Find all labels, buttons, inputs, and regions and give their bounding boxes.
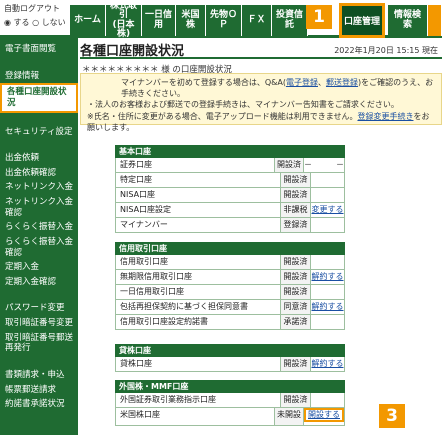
- table-row: 包括再担保契約に基づく担保同意書 同意済 解約する: [115, 300, 345, 315]
- link-mail-registration[interactable]: 郵送登録: [326, 78, 358, 87]
- sidebar-item-password[interactable]: パスワード変更: [0, 301, 78, 316]
- sidebar-item-account-status[interactable]: 各種口座開設状況: [0, 83, 78, 113]
- sidebar: 電子書面閲覧 登録情報 各種口座開設状況 セキュリティ設定 出金依頼 出金依頼確…: [0, 38, 78, 435]
- sidebar-item-report-mail[interactable]: 帳票郵送請求: [0, 383, 78, 398]
- table-row: 貸株口座 開設済 解約する: [115, 357, 345, 372]
- section-margin-account: 信用取引口座 信用取引口座 開設済 無期限信用取引口座 開設済 解約する 一日信…: [115, 242, 345, 330]
- tab-futures-options[interactable]: 先物ＯＰ: [206, 5, 242, 36]
- tab-info-search[interactable]: 情報検索: [388, 5, 428, 36]
- auto-logout-setting: 自動ログアウト ◉ する ○ しない: [4, 3, 68, 28]
- sidebar-item-withdraw[interactable]: 出金依頼: [0, 151, 78, 166]
- sidebar-item-netlink[interactable]: ネットリンク入金: [0, 180, 78, 195]
- global-nav: ホーム 株式取引 (日本株) 一日信用 米国株 先物ＯＰ ＦＸ 投資信託: [70, 1, 308, 39]
- section-heading: 信用取引口座: [115, 242, 345, 255]
- section-heading: 基本口座: [115, 145, 345, 158]
- notice-text-2: ・法人のお客様および郵送での登録手続きは、マイナンバー告知書をご請求ください。: [87, 100, 399, 110]
- auto-logout-off-radio[interactable]: ○ しない: [32, 18, 66, 27]
- nisa-change-link[interactable]: 変更する: [312, 205, 344, 214]
- sidebar-item-registration[interactable]: 登録情報: [0, 69, 78, 84]
- open-us-stock-account-link[interactable]: 開設する: [304, 408, 344, 422]
- sidebar-item-pin-change[interactable]: 取引暗証番号変更: [0, 316, 78, 331]
- sidebar-item-pin-reissue[interactable]: 取引暗証番号郵送再発行: [0, 331, 78, 356]
- tab-investment-trust[interactable]: 投資信託: [272, 5, 308, 36]
- table-row: 信用取引口座 開設済: [115, 255, 345, 270]
- section-foreign-stock: 外国株・MMF口座 外国証券取引業務指示口座 開設済 米国株口座 未開設 開設す…: [115, 380, 345, 426]
- current-date: 2022年1月20日 15:15 現在: [334, 46, 438, 55]
- notice-text-1: マイナンバーを初めて登録する場合は、Q&A(: [121, 78, 286, 87]
- auto-logout-title: 自動ログアウト: [4, 4, 60, 13]
- title-divider: [80, 57, 442, 59]
- tab-stock-trading[interactable]: 株式取引 (日本株): [106, 1, 142, 39]
- sidebar-item-regular-deposit-confirm[interactable]: 定期入金確認: [0, 275, 78, 290]
- sidebar-item-easy-transfer[interactable]: らくらく振替入金: [0, 220, 78, 235]
- link-change-procedure[interactable]: 登録変更手続き: [357, 112, 413, 121]
- section-heading: 貸株口座: [115, 344, 345, 357]
- sidebar-item-regular-deposit[interactable]: 定期入金: [0, 260, 78, 275]
- cancel-lending-link[interactable]: 解約する: [312, 359, 344, 368]
- link-e-registration[interactable]: 電子登録: [286, 78, 318, 87]
- cancel-collateral-link[interactable]: 解約する: [312, 302, 344, 311]
- sidebar-item-netlink-confirm[interactable]: ネットリンク入金確認: [0, 195, 78, 220]
- sidebar-item-easy-transfer-confirm[interactable]: らくらく振替入金確認: [0, 235, 78, 260]
- tab-us-stock[interactable]: 米国株: [176, 5, 206, 36]
- step-badge-3: 3: [379, 404, 405, 428]
- section-stock-lending: 貸株口座 貸株口座 開設済 解約する: [115, 344, 345, 372]
- sidebar-item-e-documents[interactable]: 電子書面閲覧: [0, 42, 78, 57]
- tab-account-management[interactable]: 口座管理: [339, 3, 385, 38]
- table-row: 一日信用取引口座 開設済: [115, 285, 345, 300]
- auto-logout-on-radio[interactable]: ◉ する: [4, 18, 30, 27]
- main-content: 各種口座開設状況 2022年1月20日 15:15 現在 ＊＊＊＊＊＊＊＊＊ 様…: [80, 38, 442, 435]
- table-row: 無期限信用取引口座 開設済 解約する: [115, 270, 345, 285]
- table-row: NISA口座設定 非課税 変更する: [115, 203, 345, 218]
- global-nav-right: 情報検索: [388, 5, 442, 36]
- table-row: 信用取引口座設定約諾書 承諾済: [115, 315, 345, 330]
- section-basic-account: 基本口座 証券口座 開設済 － － 特定口座 開設済 NISA口座 開設済 NI…: [115, 145, 345, 233]
- table-row: 外国証券取引業務指示口座 開設済: [115, 393, 345, 408]
- table-row: NISA口座 開設済: [115, 188, 345, 203]
- notice-text-3: ※氏名・住所に変更がある場合、電子アップロード機能は利用できません。: [87, 111, 358, 121]
- cancel-unlimited-margin-link[interactable]: 解約する: [312, 272, 344, 281]
- sidebar-item-withdraw-confirm[interactable]: 出金依頼確認: [0, 166, 78, 181]
- tab-fx[interactable]: ＦＸ: [242, 5, 272, 36]
- top-bar: 自動ログアウト ◉ する ○ しない ホーム 株式取引 (日本株) 一日信用 米…: [0, 0, 442, 39]
- sidebar-item-document-request[interactable]: 書類請求・申込: [0, 368, 78, 383]
- tab-day-margin[interactable]: 一日信用: [142, 5, 176, 36]
- tab-home[interactable]: ホーム: [70, 5, 106, 36]
- table-row: 特定口座 開設済: [115, 173, 345, 188]
- sidebar-item-security[interactable]: セキュリティ設定: [0, 125, 78, 140]
- sidebar-item-agreement-status[interactable]: 約諾書承諾状況: [0, 397, 78, 412]
- table-row: 証券口座 開設済 － －: [115, 158, 345, 173]
- table-row: マイナンバー 登録済: [115, 218, 345, 233]
- table-row: 米国株口座 未開設 開設する: [115, 408, 345, 426]
- menu-icon[interactable]: [428, 5, 442, 36]
- step-badge-1: 1: [306, 5, 332, 29]
- section-heading: 外国株・MMF口座: [115, 380, 345, 393]
- notice-box: マイナンバーを初めて登録する場合は、Q&A(電子登録、郵送登録)をご確認のうえ、…: [80, 73, 442, 132]
